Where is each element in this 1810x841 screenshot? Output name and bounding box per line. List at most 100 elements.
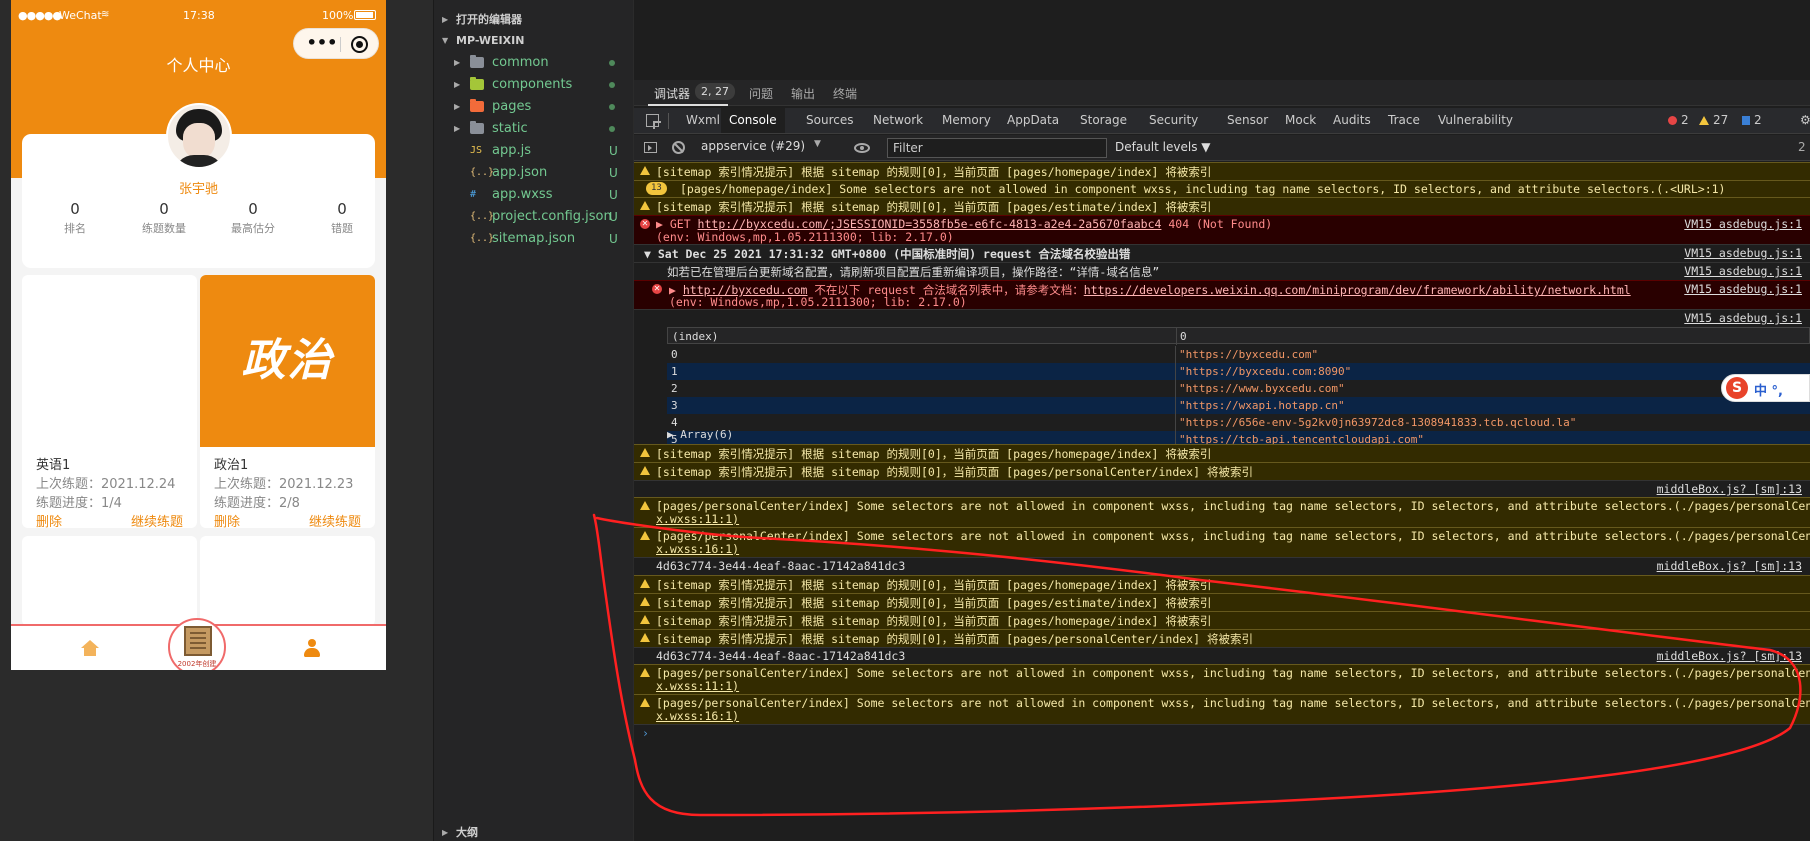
tab-network[interactable]: Network (873, 113, 923, 127)
close-miniprogram-icon[interactable] (351, 36, 368, 53)
warning-count[interactable]: 27 (1699, 113, 1728, 127)
file-app-js[interactable]: JS app.js U (434, 141, 634, 161)
tab-appdata[interactable]: AppData (1007, 113, 1059, 127)
source-link[interactable]: VM15 asdebug.js:1 (1684, 264, 1802, 278)
file-app-wxss[interactable]: # app.wxss U (434, 185, 634, 205)
console-warning[interactable]: [pages/personalCenter/index] Some select… (634, 497, 1810, 527)
folder-pages[interactable]: ▶ pages (434, 97, 634, 117)
doc-link[interactable]: https://developers.weixin.qq.com/minipro… (1084, 283, 1631, 297)
file-app-json[interactable]: {..} app.json U (434, 163, 634, 183)
source-link[interactable]: middleBox.js? [sm]:13 (1657, 649, 1802, 663)
console-warning[interactable]: [pages/personalCenter/index] Some select… (634, 694, 1810, 724)
filter-input[interactable] (887, 138, 1107, 158)
message-text: [sitemap 索引情况提示] 根据 sitemap 的规则[0]，当前页面 … (656, 465, 1253, 479)
console-warning[interactable]: [sitemap 索引情况提示] 根据 sitemap 的规则[0]，当前页面 … (634, 575, 1810, 593)
console-log[interactable]: 如若已在管理后台更新域名配置，请刷新项目配置后重新编译项目，操作路径：“详情-域… (634, 262, 1810, 280)
error-count[interactable]: 2 (1668, 113, 1689, 127)
source-link[interactable]: VM15 asdebug.js:1 (1684, 311, 1802, 325)
tab-storage[interactable]: Storage (1080, 113, 1127, 127)
home-tab-icon[interactable] (81, 640, 99, 656)
info-count[interactable]: 2 (1742, 113, 1762, 127)
console-warning[interactable]: [sitemap 索引情况提示] 根据 sitemap 的规则[0]，当前页面 … (634, 593, 1810, 611)
tab-terminal[interactable]: 终端 (833, 85, 857, 102)
course-card-politics[interactable]: 政治 政治1 上次练题：2021.12.23 练题进度：2/8 删除 继续练题 (200, 275, 375, 528)
tab-trace[interactable]: Trace (1388, 113, 1420, 127)
stat-wrong-questions[interactable]: 0 错题 (298, 200, 386, 236)
clear-console-icon[interactable] (672, 141, 685, 154)
course-card-english[interactable]: 英语1 上次练题：2021.12.24 练题进度：1/4 删除 继续练题 (22, 275, 197, 528)
console-group[interactable]: ▼ Sat Dec 25 2021 17:31:32 GMT+0800 (中国标… (634, 244, 1810, 262)
console-error[interactable]: ✕ ▶ http://byxcedu.com 不在以下 request 合法域名… (634, 280, 1810, 309)
log-levels-dropdown[interactable]: Default levels ▼ (1115, 140, 1211, 154)
console-warning[interactable]: [sitemap 索引情况提示] 根据 sitemap 的规则[0]，当前页面 … (634, 162, 1810, 180)
console-warning[interactable]: [sitemap 索引情况提示] 根据 sitemap 的规则[0]，当前页面 … (634, 462, 1810, 480)
more-icon[interactable]: ••• (304, 34, 340, 52)
continue-practice-button[interactable]: 继续练题 (131, 511, 183, 528)
console-log[interactable]: 4d63c774-3e44-4eaf-8aac-17142a841dc3 mid… (634, 647, 1810, 664)
tab-vulnerability[interactable]: Vulnerability (1438, 113, 1513, 127)
source-link[interactable]: VM15 asdebug.js:1 (1684, 217, 1802, 231)
gear-icon[interactable]: ⚙ (1800, 113, 1810, 127)
column-divider (1175, 397, 1176, 414)
console-log[interactable]: VM15 asdebug.js:1 (634, 309, 1810, 327)
file-project-config-json[interactable]: {..} project.config.json U (434, 207, 634, 227)
avatar[interactable] (166, 103, 232, 169)
message-status: 404 (Not Found) (1161, 217, 1273, 231)
file-sitemap-json[interactable]: {..} sitemap.json U (434, 229, 634, 249)
source-link[interactable]: VM15 asdebug.js:1 (1684, 282, 1802, 296)
folder-common[interactable]: ▶ common (434, 53, 634, 73)
source-link[interactable]: middleBox.js? [sm]:13 (1657, 482, 1802, 496)
message-source[interactable]: x.wxss:11:1) (656, 512, 739, 526)
outline-header[interactable]: ▶ 大纲 (434, 823, 634, 841)
console-warning[interactable]: [pages/personalCenter/index] Some select… (634, 527, 1810, 557)
delete-button[interactable]: 删除 (214, 511, 240, 528)
continue-practice-button[interactable]: 继续练题 (309, 511, 361, 528)
tab-mock[interactable]: Mock (1285, 113, 1316, 127)
tab-sensor[interactable]: Sensor (1227, 113, 1268, 127)
console-warning[interactable]: [pages/personalCenter/index] Some select… (634, 664, 1810, 694)
tab-wxml[interactable]: Wxml (686, 113, 720, 127)
course-card-empty[interactable] (200, 536, 375, 626)
array-expander[interactable]: ▶ Array(6) (667, 428, 733, 441)
console-warning[interactable]: 13 [pages/homepage/index] Some selectors… (634, 180, 1810, 197)
delete-button[interactable]: 删除 (36, 511, 62, 528)
console-log[interactable]: 4d63c774-3e44-4eaf-8aac-17142a841dc3 mid… (634, 557, 1810, 575)
tab-debugger[interactable]: 调试器 (654, 85, 690, 102)
tab-sources[interactable]: Sources (806, 113, 853, 127)
console-error[interactable]: ✕ ▶ GET http://byxcedu.com/;JSESSIONID=3… (634, 215, 1810, 244)
course-card-empty[interactable] (22, 536, 197, 626)
folder-static[interactable]: ▶ static (434, 119, 634, 139)
tab-issues[interactable]: 问题 (749, 85, 773, 102)
stat-best-score[interactable]: 0 最高估分 (209, 200, 297, 236)
message-source[interactable]: x.wxss:11:1) (656, 679, 739, 693)
stat-label: 最高估分 (231, 222, 275, 235)
context-select[interactable]: appservice (#29) ▼ (701, 139, 831, 157)
ime-toolbar[interactable]: S 中 °, (1721, 374, 1810, 402)
project-header[interactable]: ▼ MP-WEIXIN (434, 31, 634, 51)
console-prompt[interactable]: › (634, 724, 1810, 742)
source-link[interactable]: middleBox.js? [sm]:13 (1657, 559, 1802, 573)
console-warning[interactable]: [sitemap 索引情况提示] 根据 sitemap 的规则[0]，当前页面 … (634, 197, 1810, 215)
inspect-element-icon[interactable] (646, 114, 661, 129)
stat-practice-count[interactable]: 0 练题数量 (120, 200, 208, 236)
console-warning[interactable]: [sitemap 索引情况提示] 根据 sitemap 的规则[0]，当前页面 … (634, 444, 1810, 462)
request-url-link[interactable]: http://byxcedu.com/;JSESSIONID=3558fb5e-… (698, 217, 1162, 231)
sidebar-toggle-icon[interactable] (644, 142, 657, 153)
open-editors-header[interactable]: ▶ 打开的编辑器 (434, 10, 634, 30)
message-source[interactable]: x.wxss:16:1) (656, 709, 739, 723)
profile-tab-icon[interactable] (304, 639, 320, 657)
console-warning[interactable]: [sitemap 索引情况提示] 根据 sitemap 的规则[0]，当前页面 … (634, 629, 1810, 647)
console-warning[interactable]: [sitemap 索引情况提示] 根据 sitemap 的规则[0]，当前页面 … (634, 611, 1810, 629)
message-source[interactable]: x.wxss:16:1) (656, 542, 739, 556)
eye-icon[interactable] (854, 143, 870, 153)
tab-console[interactable]: Console (721, 108, 785, 133)
tab-audits[interactable]: Audits (1333, 113, 1371, 127)
tab-security[interactable]: Security (1149, 113, 1198, 127)
folder-components[interactable]: ▶ components (434, 75, 634, 95)
tab-output[interactable]: 输出 (791, 85, 815, 102)
stat-rank[interactable]: 0 排名 (31, 200, 119, 236)
center-tab-logo[interactable]: 2002年创建 (168, 618, 226, 670)
tab-memory[interactable]: Memory (942, 113, 991, 127)
source-link[interactable]: VM15 asdebug.js:1 (1684, 246, 1802, 260)
console-log[interactable]: middleBox.js? [sm]:13 (634, 480, 1810, 497)
